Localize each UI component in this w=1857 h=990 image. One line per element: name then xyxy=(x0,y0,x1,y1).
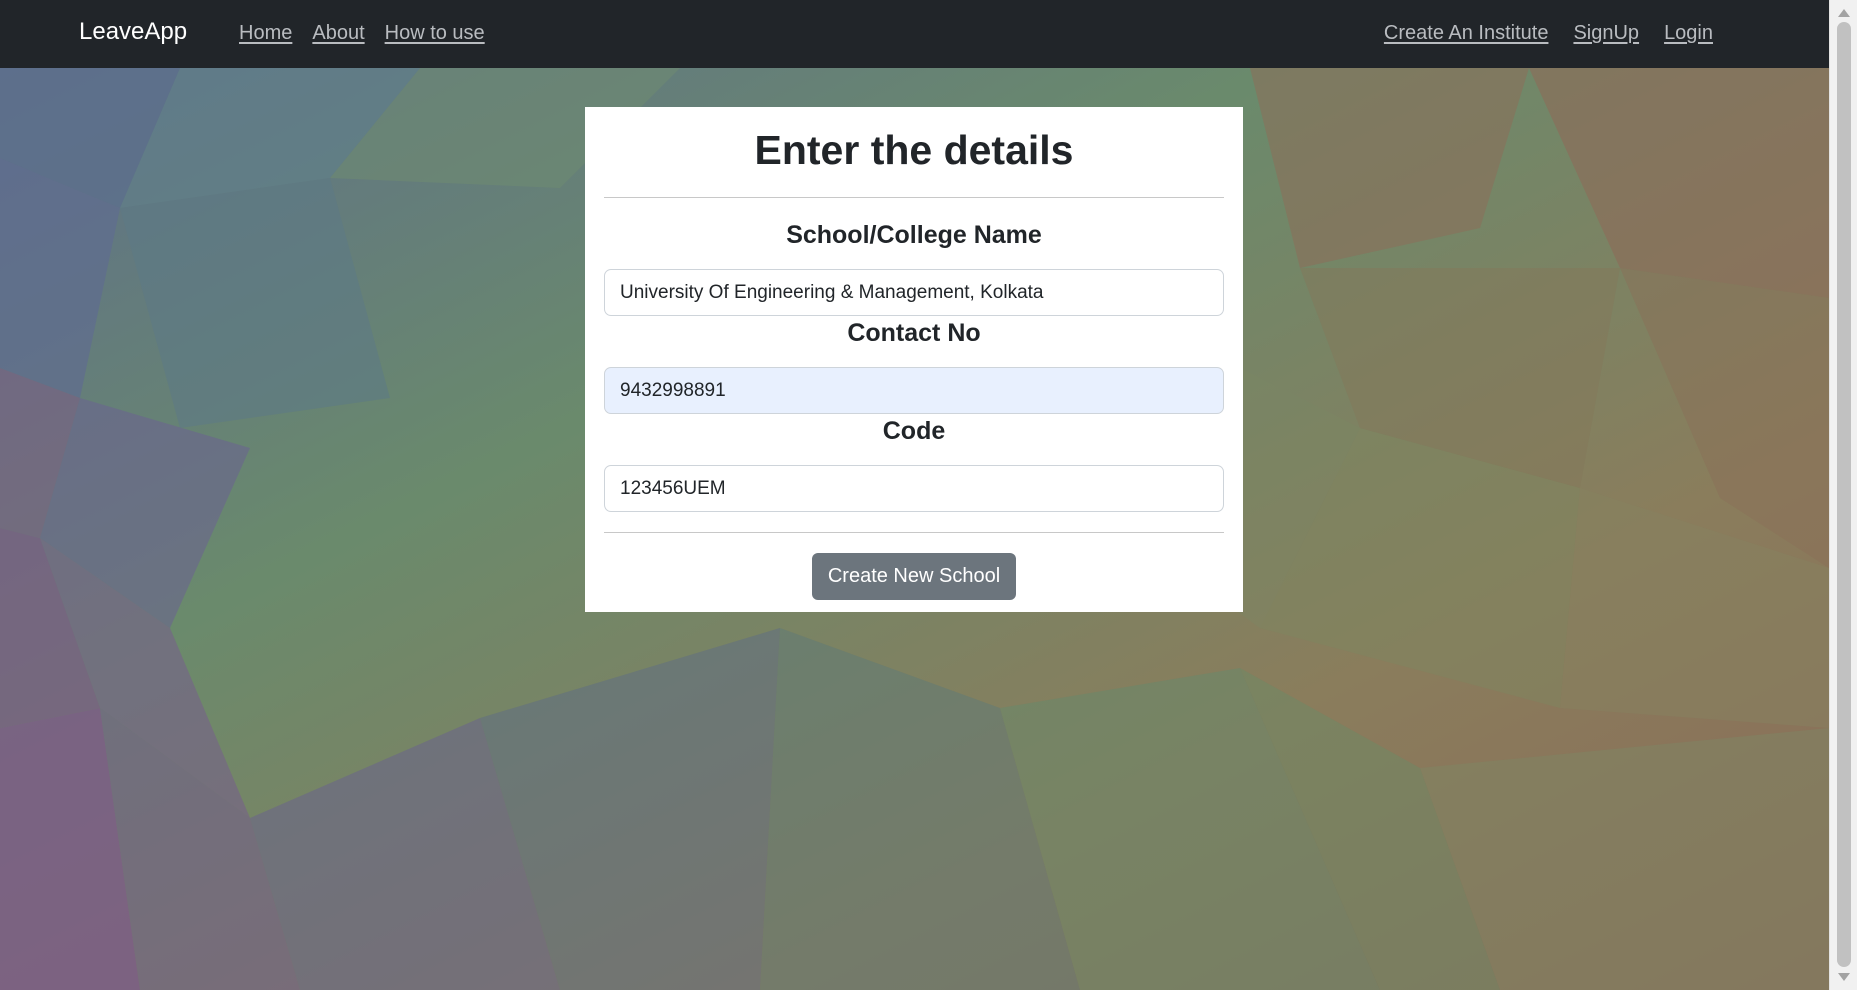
top-navbar: LeaveApp Home About How to use Create An… xyxy=(0,0,1829,68)
create-new-school-button[interactable]: Create New School xyxy=(811,553,1017,601)
scroll-up-arrow-icon[interactable] xyxy=(1838,9,1850,17)
contact-no-input[interactable] xyxy=(604,367,1224,415)
form-title: Enter the details xyxy=(754,127,1074,173)
code-label: Code xyxy=(882,417,946,446)
nav-link-about[interactable]: About xyxy=(312,22,364,45)
page-scrollbar[interactable] xyxy=(1829,0,1857,990)
nav-link-signup[interactable]: SignUp xyxy=(1573,22,1639,45)
submit-wrap: Create New School xyxy=(604,553,1224,601)
nav-link-login[interactable]: Login xyxy=(1664,22,1713,45)
code-input[interactable] xyxy=(604,465,1224,513)
nav-link-create-institute[interactable]: Create An Institute xyxy=(1384,22,1549,45)
nav-link-how-to-use[interactable]: How to use xyxy=(385,22,485,45)
scroll-thumb[interactable] xyxy=(1837,22,1851,967)
nav-right-links: Create An Institute SignUp Login xyxy=(1384,22,1713,45)
school-name-label: School/College Name xyxy=(786,221,1042,250)
title-divider xyxy=(604,197,1224,199)
contact-no-label: Contact No xyxy=(847,319,981,348)
brand-logo[interactable]: LeaveApp xyxy=(79,18,187,46)
scroll-down-arrow-icon[interactable] xyxy=(1838,973,1850,981)
school-name-input[interactable] xyxy=(604,269,1224,317)
form-bottom-divider xyxy=(604,532,1224,534)
nav-link-home[interactable]: Home xyxy=(239,22,292,45)
details-form-card: Enter the details School/College Name Co… xyxy=(585,107,1243,612)
nav-left-links: Home About How to use xyxy=(239,22,485,45)
